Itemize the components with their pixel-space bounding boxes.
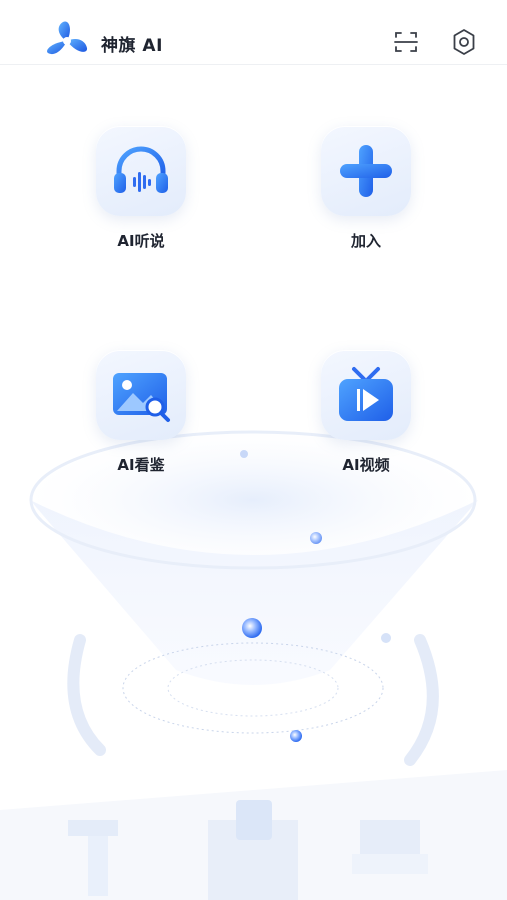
app-title: 神旗 AI <box>101 36 163 56</box>
tile-label: AI听说 <box>117 232 165 250</box>
tile-ai-video[interactable]: AI视频 <box>281 350 451 480</box>
plus-icon <box>340 145 392 197</box>
tv-play-icon <box>339 367 393 421</box>
gear-icon <box>453 29 475 55</box>
headphones-icon <box>114 146 168 193</box>
app-header: 神旗 AI <box>0 0 507 65</box>
tile-icon-box <box>96 126 186 216</box>
scan-button[interactable] <box>391 27 421 57</box>
tile-join[interactable]: 加入 <box>281 126 451 256</box>
tile-icon-box <box>96 350 186 440</box>
tile-label: AI视频 <box>342 456 390 474</box>
image-search-icon <box>113 373 170 422</box>
app-logo-icon <box>47 21 88 55</box>
settings-button[interactable] <box>449 27 479 57</box>
tile-label: 加入 <box>350 232 381 250</box>
tile-ai-image-review[interactable]: AI看鉴 <box>56 350 226 480</box>
tile-icon-box <box>321 126 411 216</box>
tile-icon-box <box>321 350 411 440</box>
tile-label: AI看鉴 <box>117 456 165 474</box>
tile-ai-listen[interactable]: AI听说 <box>56 126 226 256</box>
scan-icon <box>394 32 418 52</box>
